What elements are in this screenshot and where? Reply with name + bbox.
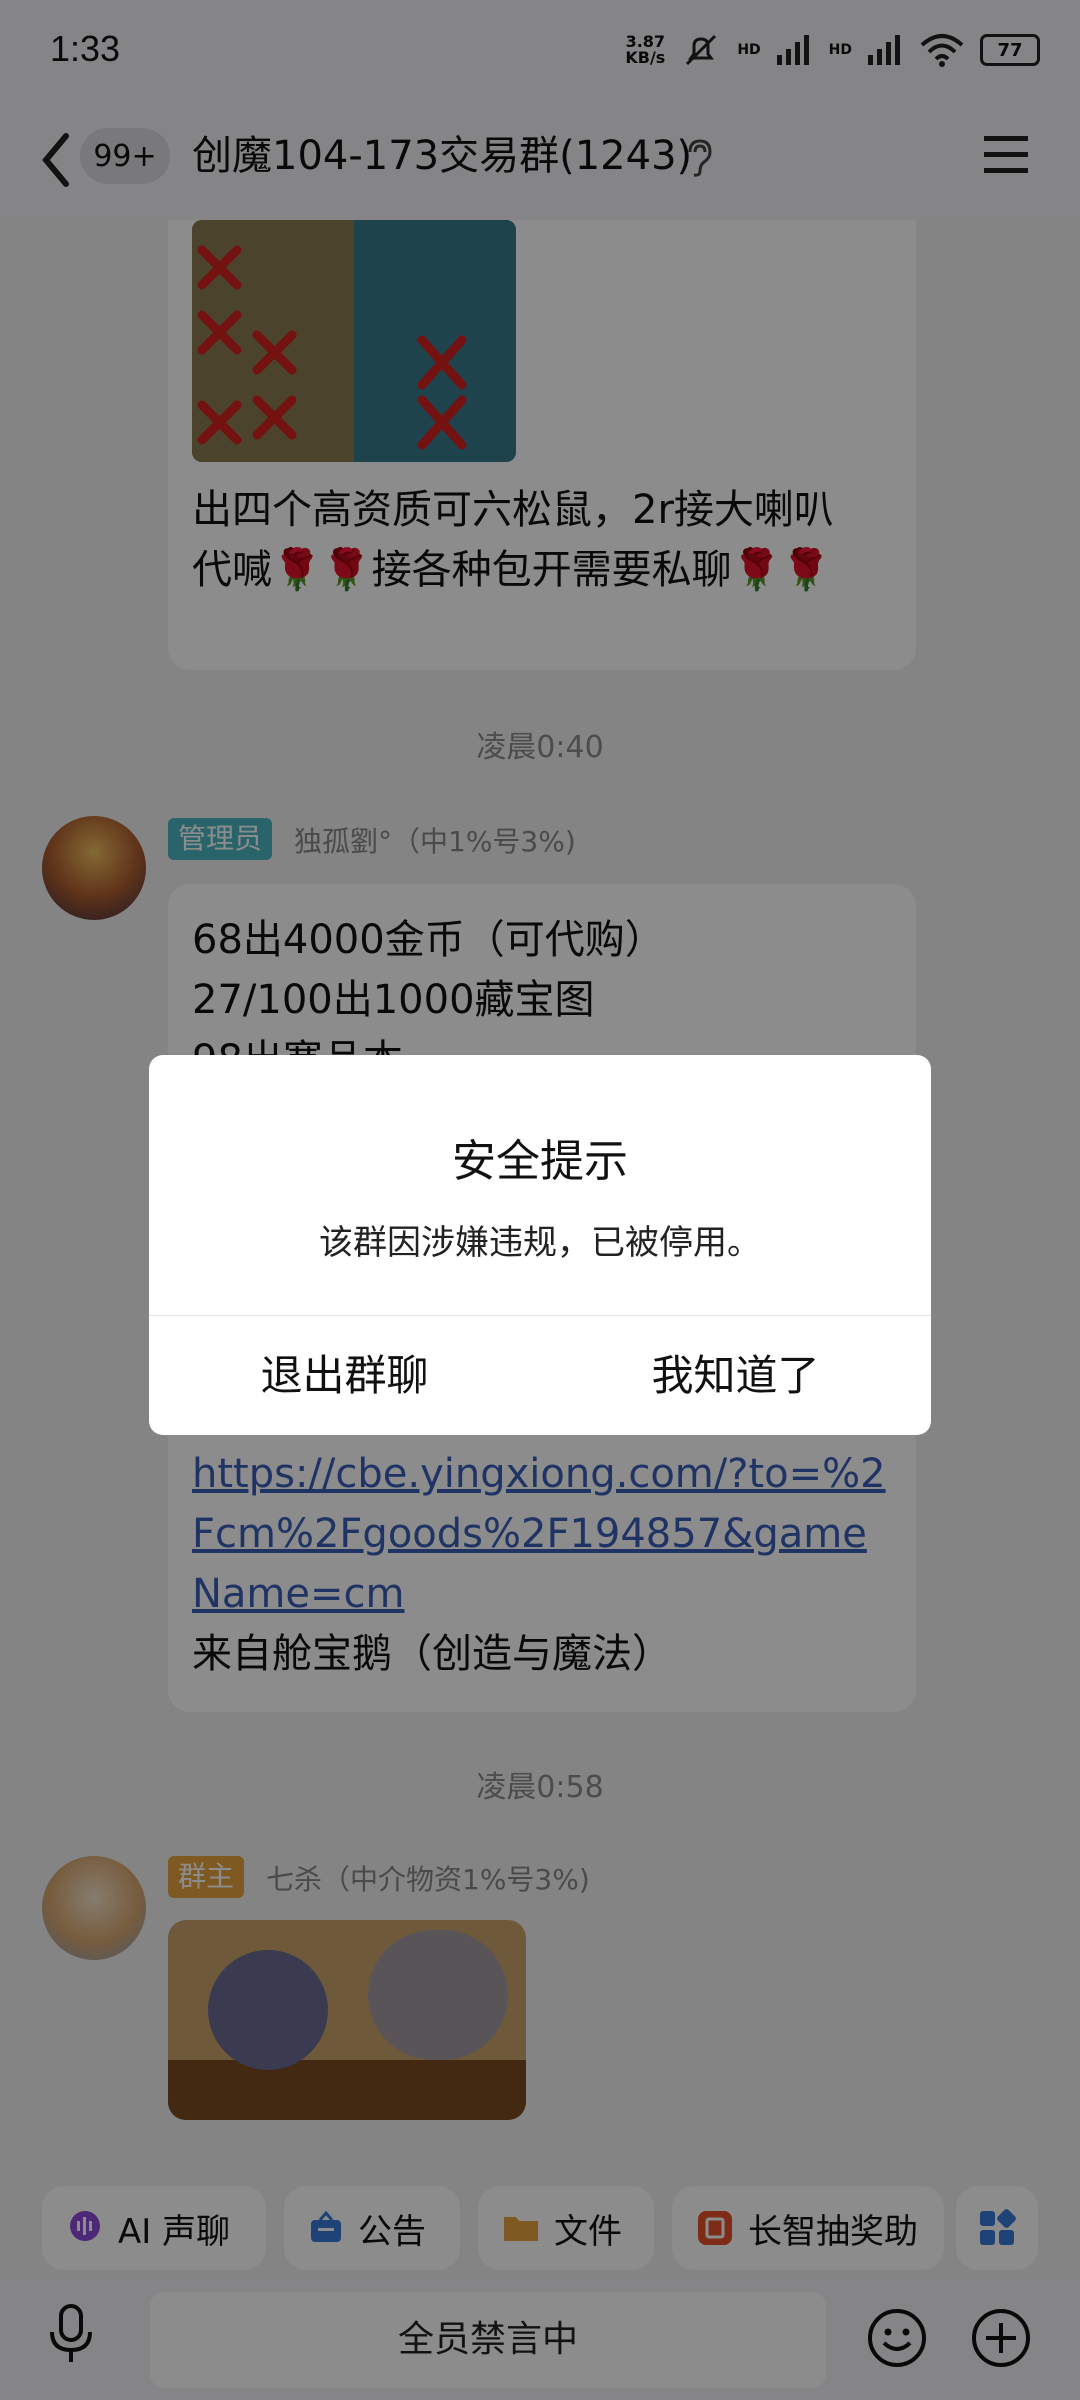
dialog-title: 安全提示 <box>452 1136 628 1187</box>
acknowledge-button[interactable]: 我知道了 <box>540 1317 931 1435</box>
exit-group-button[interactable]: 退出群聊 <box>149 1317 540 1435</box>
dialog-message: 该群因涉嫌违规，已被停用。 <box>319 1223 761 1263</box>
security-alert-dialog: 安全提示 该群因涉嫌违规，已被停用。 退出群聊 我知道了 <box>149 1055 931 1435</box>
dialog-divider <box>149 1315 931 1316</box>
